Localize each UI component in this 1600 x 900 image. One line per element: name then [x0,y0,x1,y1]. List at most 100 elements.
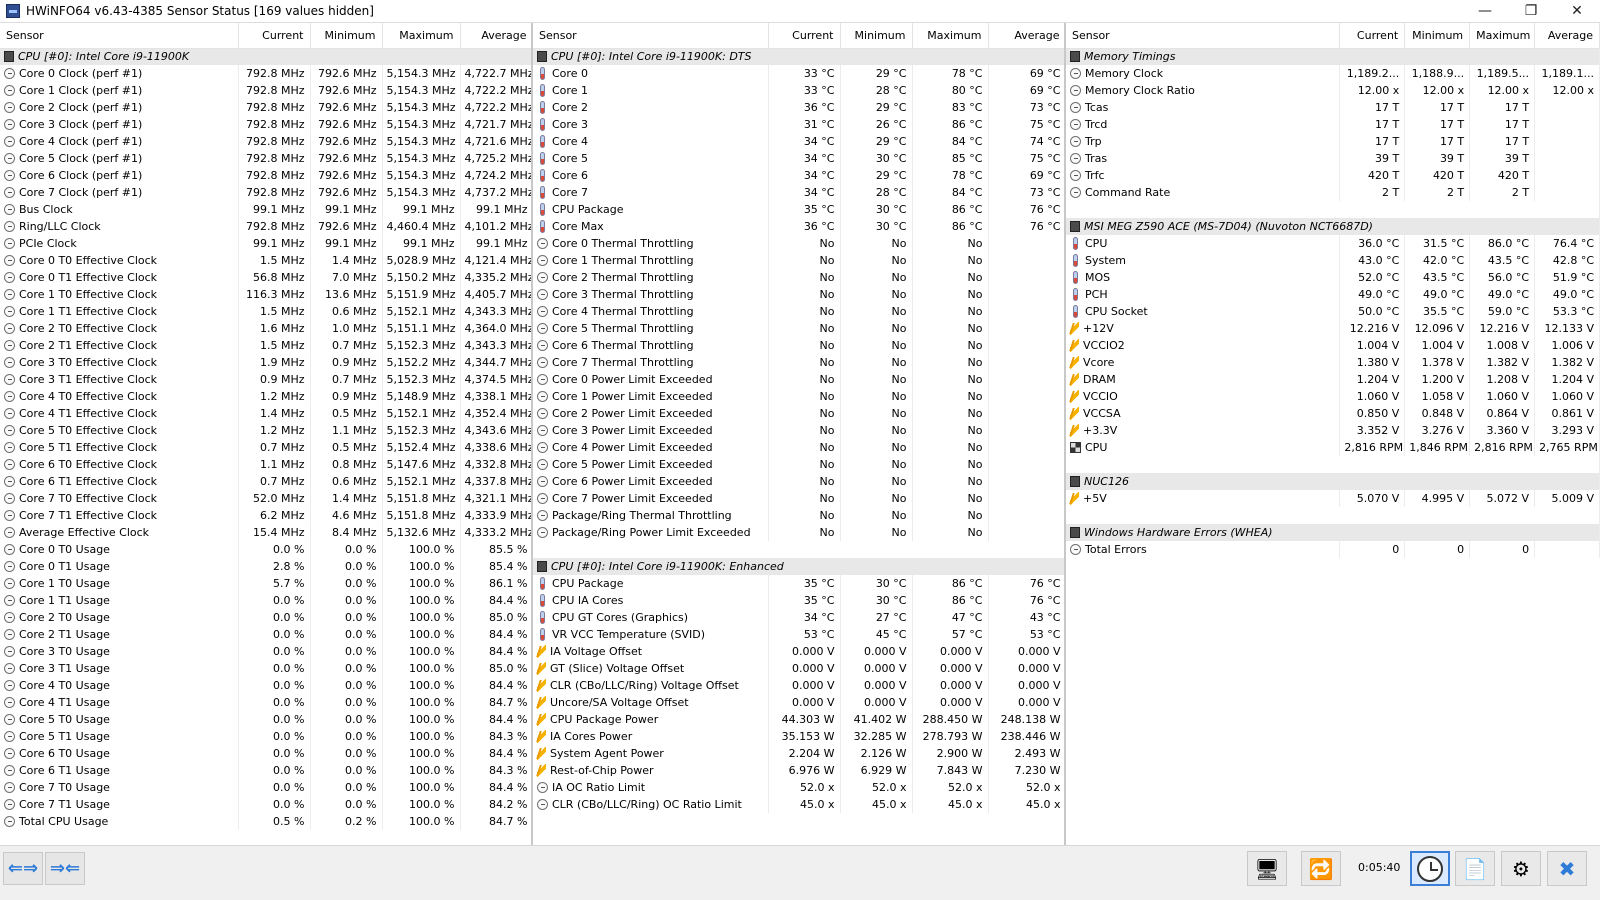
sensor-row[interactable]: Core 1 33 °C 28 °C 80 °C 69 °C [533,82,1064,99]
sensor-row[interactable]: Command Rate 2 T2 T2 T [1066,184,1600,201]
sensor-row[interactable]: VCCSA 0.850 V 0.848 V 0.864 V 0.861 V [1066,405,1600,422]
sensor-row[interactable]: GT (Slice) Voltage Offset 0.000 V 0.000 V0… [533,660,1064,677]
network-monitor-button[interactable]: 🖥 [1247,851,1287,886]
sensor-row[interactable]: Total Errors 0 0 0 [1066,541,1600,558]
column-header-minimum[interactable]: Minimum [840,23,913,49]
sensor-row[interactable]: Core 6 Thermal Throttling No No No [533,337,1064,354]
sensor-row[interactable]: Core 2 T1 Usage 0.0 % 0.0 % 100.0 % 84.4 % [0,626,531,643]
sensor-row[interactable]: Core 4 Power Limit Exceeded No No No [533,439,1064,456]
sensor-row[interactable]: Core 7 Clock (perf #1) 792.8 MHz 792.6 MHz… [0,184,531,201]
close-window-button[interactable]: ✕ [1554,0,1600,22]
sensor-row[interactable]: Core 1 T1 Usage 0.0 % 0.0 % 100.0 % 84.4 % [0,592,531,609]
sensor-pane-3[interactable]: Sensor Current Minimum Maximum Average M… [1066,23,1600,845]
column-header-maximum[interactable]: Maximum [382,23,461,49]
sensor-row[interactable]: Core 2 36 °C 29 °C 83 °C 73 °C [533,99,1064,116]
sensor-row[interactable]: Core 0 T1 Usage 2.8 % 0.0 % 100.0 % 85.4 % [0,558,531,575]
sensor-row[interactable]: Core 3 T1 Effective Clock 0.9 MHz 0.7 MHz 5… [0,371,531,388]
sensor-row[interactable]: Core 0 Thermal Throttling No No No [533,235,1064,252]
sensor-row[interactable]: Trcd 17 T 17 T 17 T [1066,116,1600,133]
sensor-pane-2[interactable]: Sensor Current Minimum Maximum Average C… [533,23,1066,845]
sensor-row[interactable]: +5V 5.070 V 4.995 V 5.072 V 5.009 V [1066,490,1600,507]
sensor-row[interactable]: Core 2 Power Limit Exceeded No No No [533,405,1064,422]
sensor-row[interactable]: Core 4 Thermal Throttling No No No [533,303,1064,320]
sensor-row[interactable]: Core 1 T0 Usage 5.7 % 0.0 % 100.0 % 86.1 % [0,575,531,592]
sensor-row[interactable]: PCH 49.0 °C 49.0 °C 49.0 °C 49.0 °C [1066,286,1600,303]
sensor-row[interactable]: Core 2 T0 Effective Clock 1.6 MHz 1.0 MHz 5… [0,320,531,337]
sensor-row[interactable]: IA Voltage Offset 0.000 V 0.000 V 0.000 V 0.… [533,643,1064,660]
sensor-row[interactable]: Core 0 Power Limit Exceeded No No No [533,371,1064,388]
sensor-row[interactable]: +3.3V 3.352 V 3.276 V 3.360 V 3.293 V [1066,422,1600,439]
sensor-row[interactable]: CPU Package Power 44.303 W 41.402 W 288.450… [533,711,1064,728]
sensor-row[interactable]: DRAM 1.204 V 1.200 V 1.208 V 1.204 V [1066,371,1600,388]
sensor-group-header[interactable]: Windows Hardware Errors (WHEA) [1066,524,1600,541]
sensor-row[interactable]: Core 0 33 °C 29 °C 78 °C 69 °C [533,65,1064,82]
sensor-row[interactable]: Core 2 T0 Usage 0.0 % 0.0 % 100.0 % 85.0 % [0,609,531,626]
sensor-row[interactable]: CLR (CBo/LLC/Ring) OC Ratio Limit 45.0 x4… [533,796,1064,813]
sensor-row[interactable]: Uncore/SA Voltage Offset 0.000 V 0.000 V 0.… [533,694,1064,711]
sensor-row[interactable]: Core 7 34 °C 28 °C 84 °C 73 °C [533,184,1064,201]
sensor-row[interactable]: VCCIO 1.060 V 1.058 V 1.060 V 1.060 V [1066,388,1600,405]
sensor-row[interactable]: Core 7 Power Limit Exceeded No No No [533,490,1064,507]
sensor-row[interactable]: Bus Clock 99.1 MHz 99.1 MHz 99.1 MHz 99.1 MH… [0,201,531,218]
sensor-row[interactable]: Core 2 T1 Effective Clock 1.5 MHz 0.7 MHz 5… [0,337,531,354]
sensor-group-header[interactable]: CPU [#0]: Intel Core i9-11900K: DTS [533,48,1064,65]
sensor-row[interactable]: Core 1 T0 Effective Clock 116.3 MHz 13.6 M… [0,286,531,303]
sensor-row[interactable]: Tras 39 T 39 T 39 T [1066,150,1600,167]
sensor-row[interactable]: Core 6 T0 Usage 0.0 % 0.0 % 100.0 % 84.4 % [0,745,531,762]
close-sensors-button[interactable]: ✖ [1547,851,1587,886]
sensor-row[interactable]: Core 7 T0 Usage 0.0 % 0.0 % 100.0 % 84.4 % [0,779,531,796]
sensor-row[interactable]: Core 7 T1 Effective Clock 6.2 MHz 4.6 MHz 5… [0,507,531,524]
sensor-row[interactable]: CLR (CBo/LLC/Ring) Voltage Offset 0.000 V… [533,677,1064,694]
sensor-group-header[interactable]: Memory Timings [1066,48,1600,65]
sensor-row[interactable]: Core 3 T0 Effective Clock 1.9 MHz 0.9 MHz 5… [0,354,531,371]
sensor-row[interactable]: Core 5 T0 Effective Clock 1.2 MHz 1.1 MHz 5… [0,422,531,439]
sensor-row[interactable]: Core 0 T1 Effective Clock 56.8 MHz 7.0 MHz… [0,269,531,286]
sensor-row[interactable]: Core 1 Clock (perf #1) 792.8 MHz 792.6 MHz… [0,82,531,99]
sensor-row[interactable]: Core 2 Thermal Throttling No No No [533,269,1064,286]
reset-timer-button[interactable] [1410,851,1450,886]
column-header-sensor[interactable]: Sensor [1066,23,1341,49]
sensor-row[interactable]: Core 1 Power Limit Exceeded No No No [533,388,1064,405]
sensor-row[interactable]: Core 4 T0 Effective Clock 1.2 MHz 0.9 MHz 5… [0,388,531,405]
sensor-row[interactable]: Core 0 T0 Effective Clock 1.5 MHz 1.4 MHz 5… [0,252,531,269]
column-header-minimum[interactable]: Minimum [1404,23,1471,49]
sensor-row[interactable]: MOS 52.0 °C 43.5 °C 56.0 °C 51.9 °C [1066,269,1600,286]
sensor-group-header[interactable]: NUC126 [1066,473,1600,490]
sensor-row[interactable]: Core 3 Clock (perf #1) 792.8 MHz 792.6 MHz… [0,116,531,133]
sensor-row[interactable]: Core 7 T1 Usage 0.0 % 0.0 % 100.0 % 84.2 % [0,796,531,813]
sensor-row[interactable]: Core 6 34 °C 29 °C 78 °C 69 °C [533,167,1064,184]
column-header-minimum[interactable]: Minimum [310,23,383,49]
sensor-row[interactable]: IA OC Ratio Limit 52.0 x 52.0 x 52.0 x 52.0 … [533,779,1064,796]
sensor-group-header[interactable]: CPU [#0]: Intel Core i9-11900K [0,48,531,65]
column-header-current[interactable]: Current [768,23,841,49]
sensor-row[interactable]: CPU Package 35 °C 30 °C 86 °C 76 °C [533,575,1064,592]
sensor-row[interactable]: Core 6 Power Limit Exceeded No No No [533,473,1064,490]
sensor-row[interactable]: Core 6 T0 Effective Clock 1.1 MHz 0.8 MHz 5… [0,456,531,473]
sensor-row[interactable]: Core 7 T0 Effective Clock 52.0 MHz 1.4 MHz… [0,490,531,507]
sensor-row[interactable]: VCCIO2 1.004 V 1.004 V 1.008 V 1.006 V [1066,337,1600,354]
sensor-row[interactable]: Core 4 T0 Usage 0.0 % 0.0 % 100.0 % 84.4 % [0,677,531,694]
expand-columns-button[interactable]: ⇐⇒ [3,852,43,885]
sensor-row[interactable]: CPU 2,816 RPM 1,846 RPM 2,816 RPM 2,765 RPM [1066,439,1600,456]
logging-button[interactable]: 📄 [1455,851,1495,886]
sensor-row[interactable]: Trp 17 T 17 T 17 T [1066,133,1600,150]
sensor-row[interactable]: CPU 36.0 °C 31.5 °C 86.0 °C 76.4 °C [1066,235,1600,252]
sensor-row[interactable]: Core 5 T0 Usage 0.0 % 0.0 % 100.0 % 84.4 % [0,711,531,728]
column-header-current[interactable]: Current [1339,23,1406,49]
sensor-row[interactable]: Core 3 T1 Usage 0.0 % 0.0 % 100.0 % 85.0 % [0,660,531,677]
sensor-row[interactable]: Core 3 T0 Usage 0.0 % 0.0 % 100.0 % 84.4 % [0,643,531,660]
sensor-row[interactable]: Core 4 Clock (perf #1) 792.8 MHz 792.6 MHz… [0,133,531,150]
column-header-maximum[interactable]: Maximum [912,23,989,49]
sensor-row[interactable]: Core Max 36 °C 30 °C 86 °C 76 °C [533,218,1064,235]
sensor-row[interactable]: Core 0 T0 Usage 0.0 % 0.0 % 100.0 % 85.5 % [0,541,531,558]
sensor-row[interactable]: PCIe Clock 99.1 MHz 99.1 MHz 99.1 MHz 99.1 M… [0,235,531,252]
sensor-row[interactable]: Core 5 T1 Usage 0.0 % 0.0 % 100.0 % 84.3 % [0,728,531,745]
sensor-row[interactable]: Average Effective Clock 15.4 MHz 8.4 MHz 5,… [0,524,531,541]
sensor-row[interactable]: Core 5 T1 Effective Clock 0.7 MHz 0.5 MHz 5… [0,439,531,456]
sensor-row[interactable]: Core 0 Clock (perf #1) 792.8 MHz 792.6 MHz… [0,65,531,82]
sensor-row[interactable]: Core 5 Power Limit Exceeded No No No [533,456,1064,473]
sensor-pane-1[interactable]: Sensor Current Minimum Maximum Average C… [0,23,533,845]
sensor-row[interactable]: Package/Ring Thermal Throttling No No No [533,507,1064,524]
sensor-row[interactable]: Core 3 Power Limit Exceeded No No No [533,422,1064,439]
sensor-row[interactable]: Core 6 Clock (perf #1) 792.8 MHz 792.6 MHz… [0,167,531,184]
